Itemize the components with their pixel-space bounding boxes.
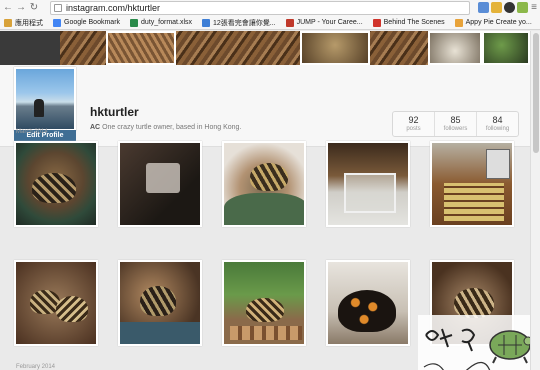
photo-thumbnail[interactable] <box>14 260 98 346</box>
bookmark-item[interactable]: duty_format.xlsx <box>130 18 192 27</box>
extension-icon[interactable] <box>491 2 502 13</box>
profile-stats: 92 posts 85 followers 84 following <box>392 111 519 137</box>
page-icon <box>54 4 62 12</box>
browser-toolbar: ← → ↻ instagram.com/hkturtler ≡ <box>0 0 540 16</box>
photo-object <box>120 322 200 344</box>
photo-thumbnail[interactable] <box>118 260 202 346</box>
bookmark-icon <box>53 18 61 27</box>
profile-username: hkturtler <box>90 105 139 119</box>
turtle-shell <box>246 298 284 322</box>
stat-number: 85 <box>450 115 461 125</box>
stat-label: posts <box>406 126 421 132</box>
avatar-person <box>34 99 44 117</box>
turtle-shell <box>250 163 288 191</box>
extension-icon[interactable] <box>504 2 515 13</box>
menu-icon[interactable]: ≡ <box>529 1 539 15</box>
bookmark-icon <box>4 18 12 27</box>
avatar <box>14 67 76 131</box>
photo-thumbnail[interactable] <box>222 141 306 227</box>
stat-followers[interactable]: 85 followers <box>435 112 477 136</box>
stat-number: 92 <box>408 115 419 125</box>
month-heading: February 2014 <box>16 364 56 370</box>
photo-thumbnail[interactable] <box>118 141 202 227</box>
photo-thumbnail[interactable] <box>14 141 98 227</box>
profile-header: Edit Profile hkturtler AC One crazy turt… <box>0 65 530 147</box>
bookmark-label: Appy Pie Create yo... <box>465 19 532 26</box>
bookmark-icon <box>372 18 381 27</box>
bookmark-item[interactable]: Google Bookmark <box>53 18 121 27</box>
bookmark-label: JUMP - Your Caree... <box>296 19 363 26</box>
photo-object <box>444 183 504 221</box>
bookmark-label: Behind The Scenes <box>383 19 445 26</box>
bio-text: One crazy turtle owner, based in Hong Ko… <box>102 124 242 131</box>
bookmark-label: 應用程式 <box>15 19 43 27</box>
bookmark-item[interactable]: Appy Pie Create yo... <box>454 18 532 27</box>
photo-object <box>486 149 510 179</box>
bookmark-icon <box>130 18 139 27</box>
cover-photo <box>428 31 482 65</box>
extension-icon[interactable] <box>517 2 528 13</box>
bio-initials: AC <box>90 124 101 131</box>
url-text: instagram.com/hkturtler <box>66 3 161 13</box>
turtle-shell <box>338 290 396 332</box>
bookmark-icon <box>454 18 463 27</box>
photo-thumbnail[interactable] <box>222 260 306 346</box>
photo-object <box>224 193 304 225</box>
stat-number: 84 <box>492 115 503 125</box>
cover-photo <box>0 31 60 65</box>
month-heading: March 2014 <box>16 129 48 135</box>
bookmark-item[interactable]: JUMP - Your Caree... <box>285 18 363 27</box>
turtle-shell <box>140 286 176 316</box>
forward-icon[interactable]: → <box>16 1 26 15</box>
instagram-page: Edit Profile hkturtler AC One crazy turt… <box>0 31 530 370</box>
photo-thumbnail[interactable] <box>326 141 410 227</box>
scrollbar-thumb[interactable] <box>533 33 539 153</box>
back-icon[interactable]: ← <box>3 1 13 15</box>
bookmark-icon <box>285 18 294 27</box>
photo-object <box>344 173 396 213</box>
bookmark-item[interactable]: 應用程式 <box>4 18 43 28</box>
photo-object <box>146 163 180 193</box>
scrollbar[interactable] <box>530 31 540 370</box>
turtle-shell <box>454 288 494 318</box>
address-bar[interactable]: instagram.com/hkturtler <box>50 1 470 15</box>
profile-bio: AC One crazy turtle owner, based in Hong… <box>90 124 241 131</box>
turtle-shell <box>32 173 76 203</box>
bookmark-label: duty_format.xlsx <box>141 19 192 26</box>
cover-banner <box>0 31 530 65</box>
photo-thumbnail[interactable] <box>326 260 410 346</box>
bookmark-item[interactable]: Behind The Scenes <box>372 18 445 27</box>
stat-label: following <box>485 126 510 132</box>
photo-thumbnail[interactable] <box>430 141 514 227</box>
cover-photo <box>482 31 530 65</box>
reload-icon[interactable]: ↻ <box>29 1 39 15</box>
watermark-logo <box>418 315 530 370</box>
bookmark-item[interactable]: 12張看完會讓你覺... <box>202 18 276 28</box>
cover-photo <box>106 31 176 65</box>
extension-icon[interactable] <box>478 2 489 13</box>
bookmark-label: 12張看完會讓你覺... <box>213 19 276 27</box>
stat-posts[interactable]: 92 posts <box>393 112 435 136</box>
bookmark-label: Google Bookmark <box>64 19 121 26</box>
stat-following[interactable]: 84 following <box>477 112 518 136</box>
cover-photo <box>300 31 370 65</box>
stat-label: followers <box>443 126 468 132</box>
bookmarks-bar: 應用程式 Google Bookmark duty_format.xlsx 12張看完… <box>0 16 540 30</box>
photo-object <box>230 326 302 340</box>
bookmark-icon <box>202 18 210 27</box>
turtle-shell <box>56 296 88 322</box>
